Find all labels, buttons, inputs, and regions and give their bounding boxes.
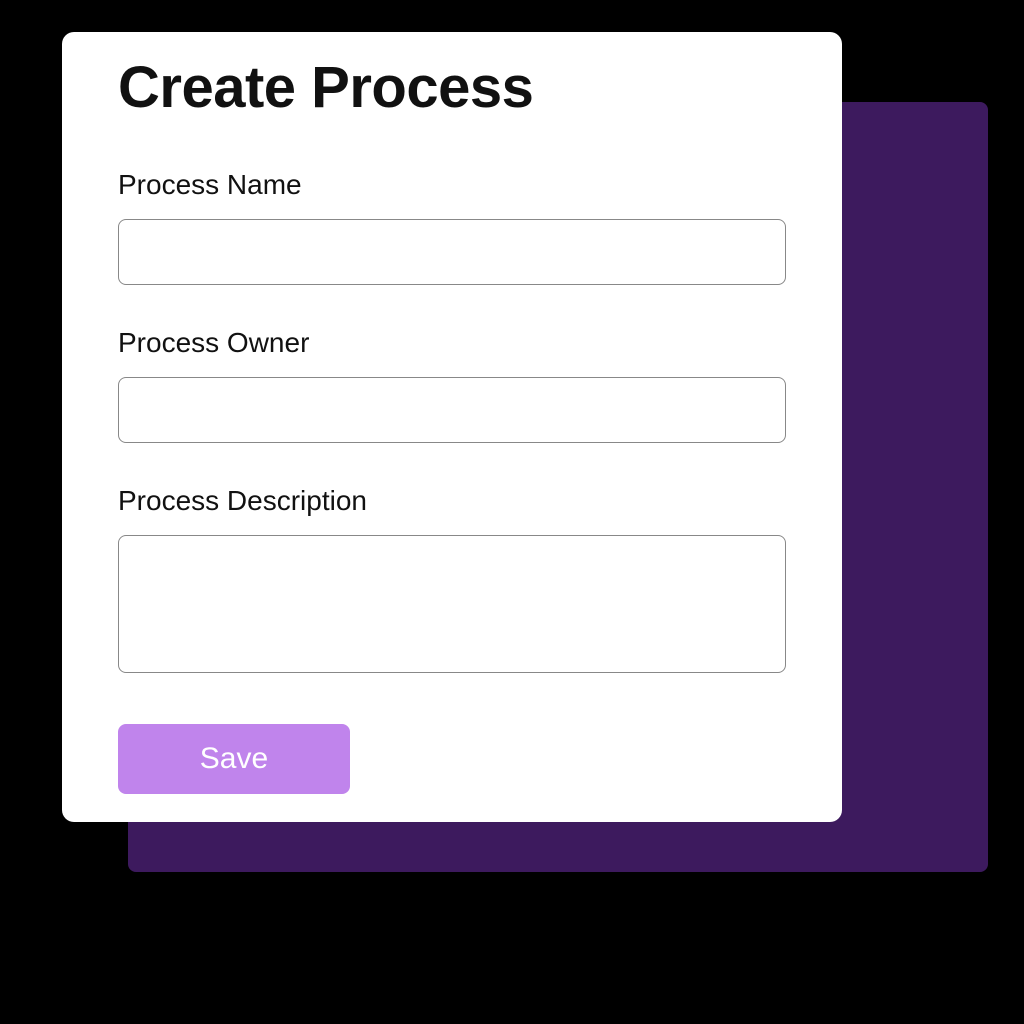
process-name-label: Process Name: [118, 169, 786, 201]
create-process-modal: Create Process Process Name Process Owne…: [62, 32, 842, 822]
field-group-name: Process Name: [118, 169, 786, 285]
save-button[interactable]: Save: [118, 724, 350, 794]
process-description-label: Process Description: [118, 485, 786, 517]
process-owner-label: Process Owner: [118, 327, 786, 359]
process-owner-input[interactable]: [118, 377, 786, 443]
process-description-input[interactable]: [118, 535, 786, 673]
field-group-description: Process Description: [118, 485, 786, 678]
modal-title: Create Process: [118, 54, 786, 121]
process-name-input[interactable]: [118, 219, 786, 285]
field-group-owner: Process Owner: [118, 327, 786, 443]
